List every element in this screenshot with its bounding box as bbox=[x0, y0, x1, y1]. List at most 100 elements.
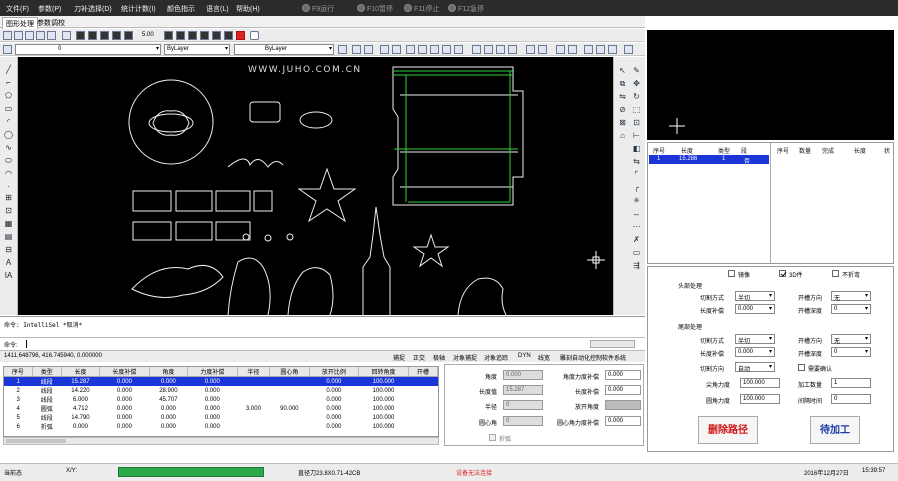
new-file-icon[interactable] bbox=[3, 31, 12, 40]
point-tool-icon[interactable]: · bbox=[3, 182, 14, 192]
polyline-tool-icon[interactable]: ⌐ bbox=[3, 78, 14, 88]
lengthen-tool-icon[interactable]: ↔ bbox=[631, 208, 642, 219]
export-icon[interactable] bbox=[608, 45, 617, 54]
mirror-checkbox[interactable] bbox=[728, 270, 735, 277]
path-list-row[interactable]: 1 15.286 1 否 bbox=[649, 155, 769, 165]
text-tool-icon[interactable]: IA bbox=[3, 271, 14, 281]
undo-icon[interactable] bbox=[62, 31, 71, 40]
osnap-toggle[interactable]: 对象捕捉 bbox=[453, 353, 477, 362]
offset-tool-icon[interactable]: ⊘ bbox=[617, 104, 628, 115]
bulb-icon[interactable] bbox=[352, 45, 361, 54]
zoom-in-icon[interactable] bbox=[418, 45, 427, 54]
column-header[interactable]: 开槽 bbox=[408, 367, 438, 377]
block-icon[interactable] bbox=[212, 31, 221, 40]
break-tool-icon[interactable]: ◧ bbox=[631, 143, 642, 154]
linetype-select[interactable]: ByLayer bbox=[234, 44, 334, 55]
grid-view-icon[interactable] bbox=[538, 45, 547, 54]
length-field[interactable]: 15.287 bbox=[503, 385, 543, 395]
scale-tool-icon[interactable]: ⬚ bbox=[631, 104, 642, 115]
pen-icon[interactable] bbox=[112, 31, 121, 40]
layer-icon[interactable] bbox=[200, 31, 209, 40]
select-tool-icon[interactable]: ↖ bbox=[617, 65, 628, 76]
length-comp-field[interactable]: 0.000 bbox=[605, 385, 641, 395]
make-block-icon[interactable]: ⊡ bbox=[3, 206, 14, 216]
interval-input[interactable]: 0 bbox=[831, 394, 871, 404]
tail-comp-select[interactable]: 0.000 bbox=[735, 347, 775, 357]
release-angle-field[interactable] bbox=[605, 400, 641, 410]
circle-tool-icon[interactable]: ◯ bbox=[3, 130, 14, 140]
undo-arrow-icon[interactable] bbox=[380, 45, 389, 54]
print-icon[interactable] bbox=[36, 31, 45, 40]
paste-icon[interactable] bbox=[568, 45, 577, 54]
polygon-tool-icon[interactable]: ⬠ bbox=[3, 91, 14, 101]
column-header[interactable]: 长度补偿 bbox=[99, 367, 150, 377]
column-header[interactable]: 力度补偿 bbox=[187, 367, 238, 377]
join-tool-icon[interactable]: ⇆ bbox=[631, 156, 642, 167]
column-header[interactable]: 圆心角 bbox=[269, 367, 310, 377]
chamfer-tool-icon[interactable]: ⌜ bbox=[631, 169, 642, 180]
tail-depth-select[interactable]: 0 bbox=[831, 347, 871, 357]
head-dir-select[interactable]: 无 bbox=[831, 291, 871, 302]
mtext-tool-icon[interactable]: A bbox=[3, 258, 14, 268]
table-icon[interactable] bbox=[526, 45, 535, 54]
menu-help[interactable]: 帮助(H) bbox=[236, 4, 260, 14]
layer-select[interactable]: 0 bbox=[15, 44, 161, 55]
fold-checkbox[interactable] bbox=[489, 434, 496, 441]
measure-icon[interactable] bbox=[484, 45, 493, 54]
zoom-window-icon[interactable] bbox=[442, 45, 451, 54]
model3d-checkbox[interactable] bbox=[779, 270, 787, 277]
table-row[interactable]: 1 线段 15.287 0.000 0.000 0.000 0.000 100.000 bbox=[4, 376, 438, 386]
column-header[interactable]: 放开比例 bbox=[309, 367, 360, 377]
table-scrollbar[interactable] bbox=[3, 437, 439, 445]
color-select[interactable]: ByLayer bbox=[164, 44, 230, 55]
zoom-select-icon[interactable] bbox=[496, 45, 505, 54]
delete-path-button[interactable]: 删除路径 bbox=[698, 416, 758, 444]
tail-dir-select[interactable]: 无 bbox=[831, 334, 871, 345]
match-tool-icon[interactable]: ⇶ bbox=[631, 260, 642, 271]
tip-force-input[interactable]: 100.000 bbox=[740, 378, 780, 388]
menu-stats[interactable]: 统计计数(I) bbox=[121, 4, 156, 14]
divide-tool-icon[interactable]: ⋯ bbox=[631, 221, 642, 232]
help-icon[interactable] bbox=[364, 45, 373, 54]
hatch-tool-icon[interactable]: ▦ bbox=[3, 219, 14, 229]
region-tool-icon[interactable]: ▤ bbox=[3, 232, 14, 242]
column-header[interactable]: 回转角度 bbox=[358, 367, 409, 377]
lineweight-toggle[interactable]: 线宽 bbox=[538, 353, 550, 362]
tail-mode-select[interactable]: 半切 bbox=[735, 334, 775, 345]
column-header[interactable]: 序号 bbox=[4, 367, 33, 377]
head-mode-select[interactable]: 半切 bbox=[735, 291, 775, 302]
line-tool-icon[interactable]: ╱ bbox=[3, 65, 14, 75]
text-icon[interactable] bbox=[224, 31, 233, 40]
menu-file[interactable]: 文件(F) bbox=[6, 4, 29, 14]
column-header[interactable]: 长度 bbox=[61, 367, 101, 377]
center-angle-field[interactable]: 0 bbox=[503, 416, 543, 426]
arc-force-input[interactable]: 100.000 bbox=[740, 394, 780, 404]
tab-params[interactable]: 参数调校 bbox=[34, 17, 68, 29]
ellipse-arc-tool-icon[interactable]: ◠ bbox=[3, 169, 14, 179]
snap-icon[interactable] bbox=[176, 31, 185, 40]
stretch-tool-icon[interactable]: ⊡ bbox=[631, 117, 642, 128]
column-header[interactable]: 半径 bbox=[237, 367, 271, 377]
shape-icon[interactable] bbox=[250, 31, 259, 40]
scroll-thumb[interactable] bbox=[6, 439, 66, 443]
arc-comp-field[interactable]: 0.000 bbox=[605, 416, 641, 426]
command-input[interactable]: 命令: bbox=[0, 337, 645, 350]
array-tool-icon[interactable]: ⊠ bbox=[617, 117, 628, 128]
close-doc-icon[interactable] bbox=[624, 45, 633, 54]
search-icon[interactable] bbox=[508, 45, 517, 54]
zoom-extents-icon[interactable] bbox=[454, 45, 463, 54]
head-depth-select[interactable]: 0 bbox=[831, 304, 871, 314]
explode-tool-icon[interactable]: ✳ bbox=[631, 195, 642, 206]
cut-dir-select[interactable]: 自动 bbox=[735, 362, 775, 373]
color-red-icon[interactable] bbox=[236, 31, 245, 40]
command-scrollbar[interactable] bbox=[590, 340, 635, 348]
table-row[interactable]: 4 圆弧 4.712 0.000 0.000 0.000 3.000 90.000 0.000 1… bbox=[4, 404, 438, 414]
fill-icon[interactable] bbox=[88, 31, 97, 40]
trim-tool-icon[interactable]: ⌂ bbox=[617, 130, 628, 141]
menu-tool-select[interactable]: 刀补选择(D) bbox=[74, 4, 112, 14]
run-button[interactable]: F9运行 bbox=[302, 4, 334, 14]
menu-language[interactable]: 语言(L) bbox=[206, 4, 229, 14]
column-header[interactable]: 类型 bbox=[32, 367, 62, 377]
radius-field[interactable]: 0 bbox=[503, 400, 543, 410]
spline-tool-icon[interactable]: ∿ bbox=[3, 143, 14, 153]
